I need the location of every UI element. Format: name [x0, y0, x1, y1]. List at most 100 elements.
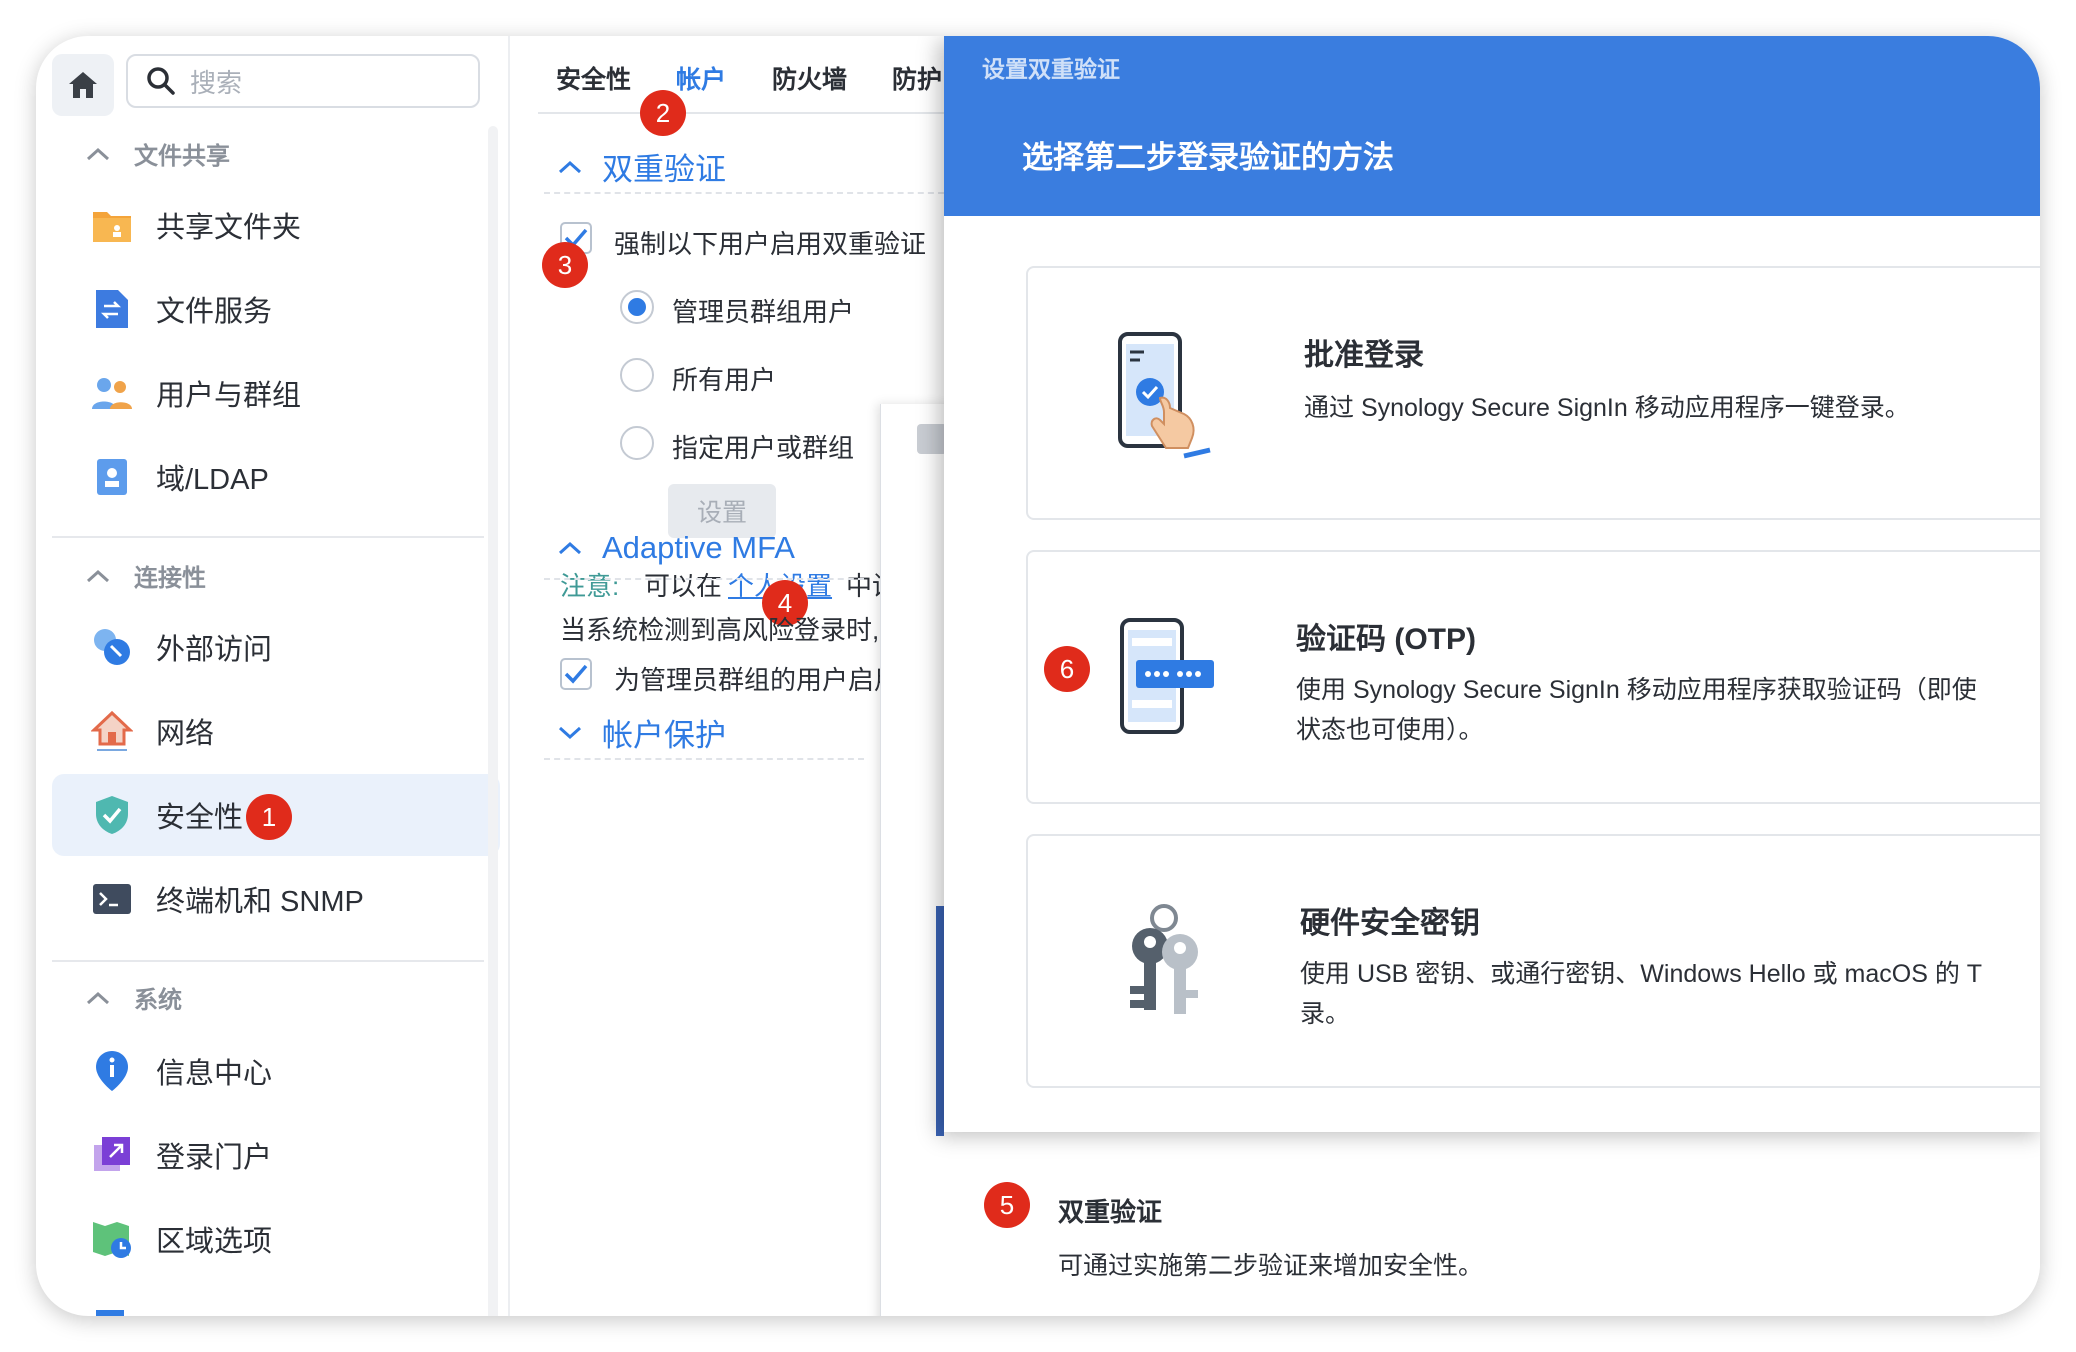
- section-title: 系统: [134, 987, 182, 1014]
- sidebar-next-item-icon: [96, 1310, 124, 1316]
- step-badge-6: 6: [1044, 646, 1090, 692]
- section-divider: [544, 578, 864, 580]
- option-hardware-key[interactable]: 硬件安全密钥 使用 USB 密钥、或通行密钥、Windows Hello 或 m…: [1026, 834, 2040, 1088]
- sidebar-item-label: 登录门户: [156, 1142, 273, 1174]
- sidebar-border: [508, 36, 510, 1316]
- section-title: 文件共享: [134, 143, 230, 170]
- sidebar-item-label: 共享文件夹: [156, 212, 302, 244]
- radio-specific-users-label: 指定用户或群组: [672, 433, 855, 463]
- section-header-connectivity[interactable]: 连接性: [84, 558, 206, 593]
- sidebar-item-regional-options[interactable]: 区域选项: [52, 1198, 500, 1280]
- step-badge-5: 5: [984, 1182, 1030, 1228]
- sidebar-item-login-portal[interactable]: 登录门户: [52, 1114, 500, 1196]
- step-badge-1: 1: [246, 794, 292, 840]
- phone-otp-icon: [1120, 618, 1214, 734]
- sidebar-item-file-services[interactable]: 文件服务: [52, 268, 500, 350]
- sidebar-item-label: 终端机和 SNMP: [156, 886, 364, 918]
- sidebar-item-label: 用户与群组: [156, 380, 302, 412]
- sidebar-item-terminal-snmp[interactable]: 终端机和 SNMP: [52, 858, 500, 940]
- domain-ldap-icon: [97, 459, 127, 495]
- security-keys-icon: [1130, 904, 1198, 1014]
- radio-admin-group[interactable]: [620, 290, 654, 324]
- option-otp[interactable]: 6 验证码 (OTP) 使用 Synology Secure SignIn 移动…: [1026, 550, 2040, 804]
- sidebar-scrollbar[interactable]: [488, 126, 498, 1316]
- option-description-line2: 状态也可使用）。: [1296, 716, 1484, 744]
- option-title: 验证码 (OTP): [1296, 623, 1476, 656]
- users-groups-icon: [92, 378, 132, 409]
- radio-admin-group-label: 管理员群组用户: [672, 297, 855, 327]
- radio-all-users-label: 所有用户: [672, 365, 777, 395]
- adaptive-mfa-section-header[interactable]: Adaptive MFA: [558, 530, 795, 566]
- section-divider: [544, 192, 944, 194]
- sidebar-item-label: 域/LDAP: [156, 464, 269, 496]
- modal-subtitle: 设置双重验证: [982, 56, 1120, 82]
- step-badge-3: 3: [542, 242, 588, 288]
- radio-specific-users[interactable]: [620, 426, 654, 460]
- search-placeholder: 搜索: [190, 67, 243, 98]
- phone-approve-icon: [1118, 332, 1211, 459]
- sidebar-item-users-groups[interactable]: 用户与群组: [52, 352, 500, 434]
- chevron-up-icon: [558, 541, 582, 555]
- option-title: 批准登录: [1304, 339, 1424, 372]
- sidebar-divider: [52, 536, 484, 538]
- sidebar-item-label: 文件服务: [156, 296, 273, 328]
- sidebar-item-label: 网络: [156, 718, 215, 750]
- adaptive-mfa-admin-checkbox[interactable]: [560, 658, 592, 690]
- tab-account[interactable]: 帐户: [676, 60, 726, 96]
- chevron-down-icon: [558, 726, 582, 739]
- shared-folder-icon: [93, 212, 131, 242]
- sidebar-item-domain-ldap[interactable]: 域/LDAP: [52, 436, 500, 518]
- sidebar-item-label: 安全性: [156, 802, 244, 834]
- section-title: 连接性: [134, 565, 206, 592]
- sidebar-item-label: 外部访问: [156, 634, 273, 666]
- modal-header: 设置双重验证 选择第二步登录验证的方法: [944, 36, 2040, 216]
- modal-title: 选择第二步登录验证的方法: [1022, 140, 1394, 175]
- adaptive-mfa-admin-label: 为管理员群组的用户启用: [614, 665, 901, 695]
- chevron-up-icon: [558, 160, 582, 173]
- two-factor-section-header[interactable]: 双重验证: [558, 144, 726, 189]
- enforce-2fa-label: 强制以下用户启用双重验证: [614, 229, 927, 259]
- network-icon: [91, 710, 133, 751]
- security-shield-icon: [96, 796, 128, 834]
- search-icon: [147, 67, 175, 95]
- tab-security[interactable]: 安全性: [556, 60, 631, 96]
- sidebar-item-label: 信息中心: [156, 1058, 273, 1090]
- radio-all-users[interactable]: [620, 358, 654, 392]
- two-factor-setup-modal: 设置双重验证 选择第二步登录验证的方法 批准登录 通过 Synology Sec…: [944, 36, 2040, 1132]
- note-label: 注意:: [560, 571, 620, 601]
- info-center-icon: [96, 1051, 128, 1091]
- sidebar-divider: [52, 960, 484, 962]
- option-description: 使用 Synology Secure SignIn 移动应用程序获取验证码（即使: [1296, 676, 1977, 704]
- option-approve-signin[interactable]: 批准登录 通过 Synology Secure SignIn 移动应用程序一键登…: [1026, 266, 2040, 520]
- search-input[interactable]: 搜索: [126, 54, 480, 108]
- tab-firewall[interactable]: 防火墙: [772, 60, 847, 96]
- tab-protection[interactable]: 防护: [892, 60, 942, 96]
- option-description: 通过 Synology Secure SignIn 移动应用程序一键登录。: [1304, 394, 1910, 422]
- option-description: 使用 USB 密钥、或通行密钥、Windows Hello 或 macOS 的 …: [1300, 960, 1983, 988]
- control-panel-window: 搜索 文件共享 共享文件夹 文件服务 用户与群组 域/LDAP 连接性 外部访问…: [36, 36, 2040, 1316]
- option-description-line2: 录。: [1300, 1000, 1351, 1028]
- file-services-icon: [96, 290, 128, 328]
- note-text: 可以在: [644, 571, 723, 601]
- section-divider: [544, 758, 864, 760]
- step-badge-2: 2: [640, 90, 686, 136]
- chevron-up-icon: [86, 991, 110, 1004]
- sidebar-item-external-access[interactable]: 外部访问: [52, 606, 500, 688]
- footer-2fa-description: 可通过实施第二步验证来增加安全性。: [1058, 1252, 1484, 1280]
- sidebar-item-info-center[interactable]: 信息中心: [52, 1030, 500, 1112]
- sidebar-item-network[interactable]: 网络: [52, 690, 500, 772]
- home-icon: [69, 72, 97, 98]
- checkmark-icon: [564, 664, 588, 684]
- home-button[interactable]: [52, 54, 114, 116]
- chevron-up-icon: [86, 569, 110, 582]
- login-portal-icon: [94, 1137, 130, 1171]
- sidebar-item-shared-folder[interactable]: 共享文件夹: [52, 184, 500, 266]
- footer-2fa-title: 双重验证: [1058, 1197, 1163, 1227]
- account-protection-section-header[interactable]: 帐户保护: [558, 710, 726, 755]
- regional-options-icon: [93, 1222, 131, 1258]
- section-header-file-sharing[interactable]: 文件共享: [84, 136, 230, 171]
- chevron-up-icon: [86, 147, 110, 160]
- section-header-system[interactable]: 系统: [84, 980, 182, 1015]
- option-title: 硬件安全密钥: [1300, 907, 1480, 940]
- gear-icon: [917, 424, 947, 454]
